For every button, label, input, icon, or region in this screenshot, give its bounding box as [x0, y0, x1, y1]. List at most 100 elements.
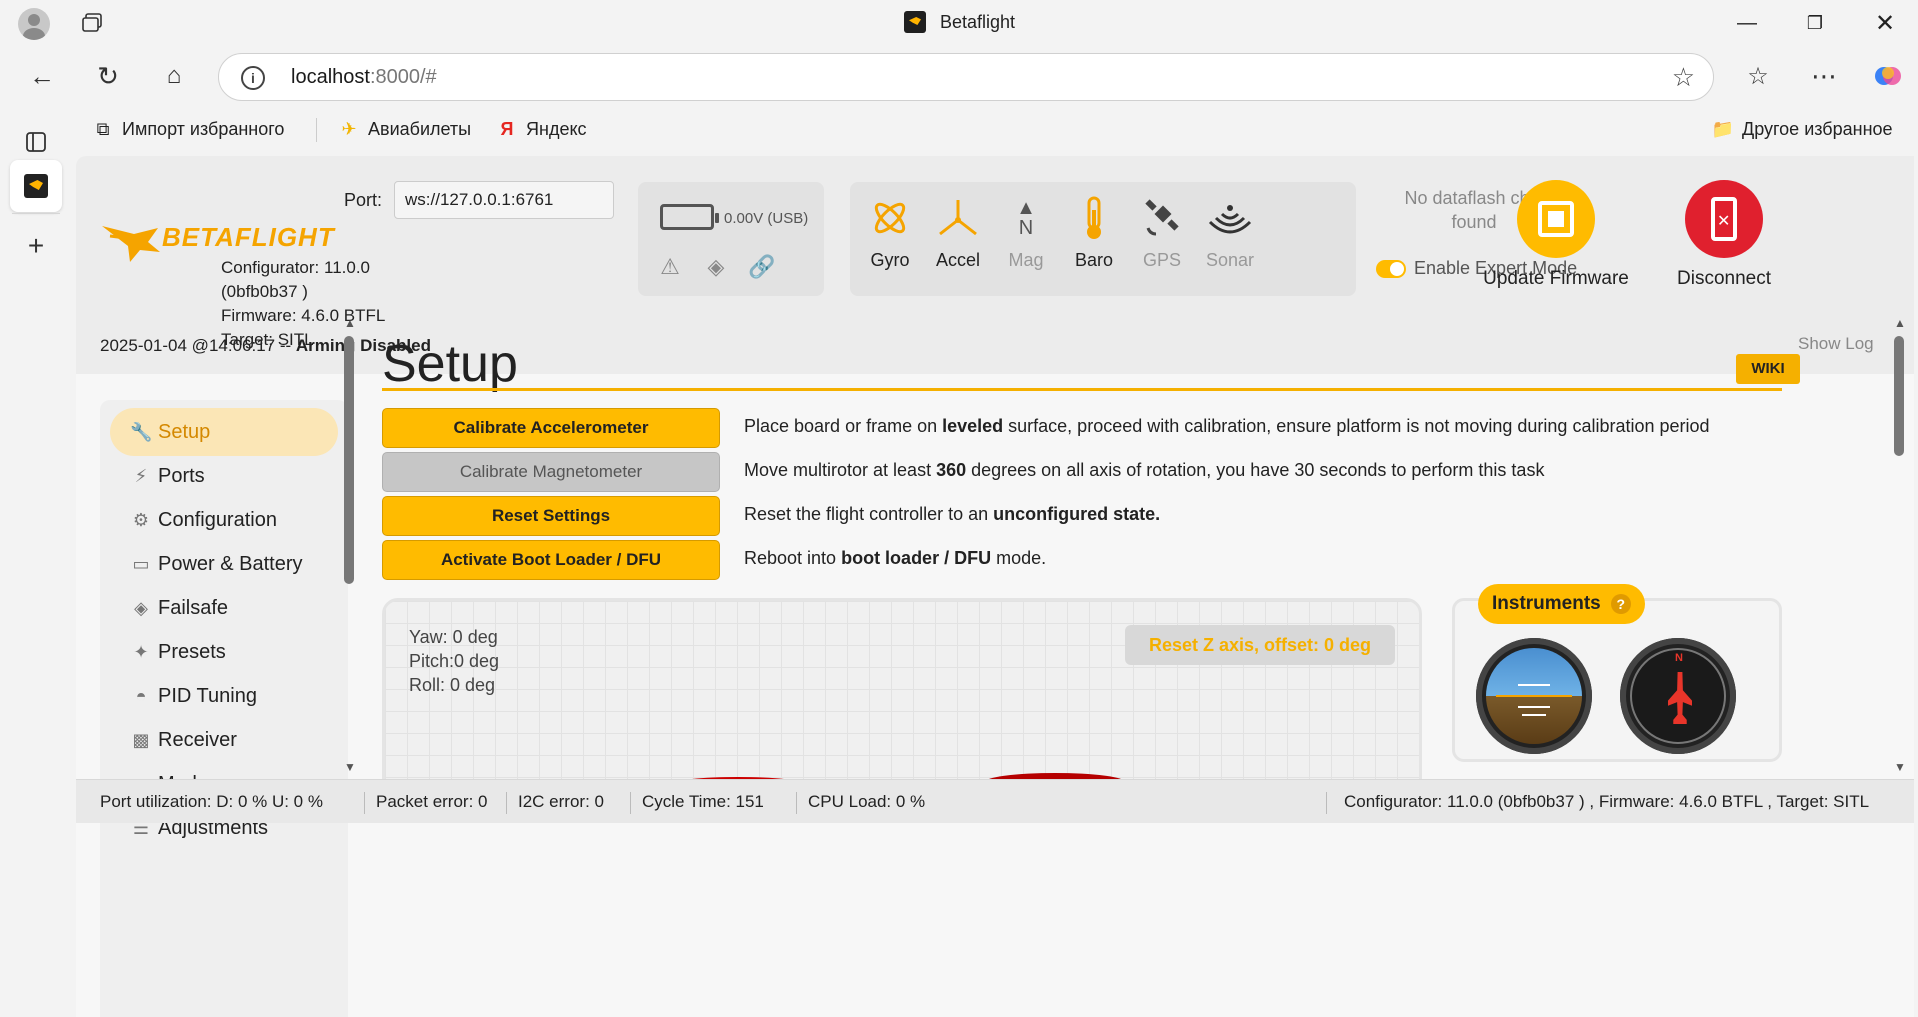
chip-icon — [1517, 180, 1595, 258]
restore-button[interactable]: ❐ — [1792, 8, 1838, 38]
gear-icon: ⚙ — [132, 509, 150, 530]
model-view-panel: Yaw: 0 deg Pitch:0 deg Roll: 0 deg Reset… — [382, 598, 1422, 798]
reset-settings-description: Reset the flight controller to an unconf… — [744, 504, 1161, 524]
setup-tab-content: Setup WIKI Calibrate Accelerometer Place… — [358, 316, 1808, 961]
betaflight-tab-icon — [24, 174, 48, 198]
sidebar-item-setup[interactable]: 🔧 Setup — [110, 408, 338, 456]
title-underline — [382, 388, 1782, 391]
sidebar-item-presets[interactable]: ✦ Presets — [110, 628, 338, 676]
expert-mode-switch[interactable] — [1376, 259, 1406, 278]
bootloader-description: Reboot into boot loader / DFU mode. — [744, 548, 1047, 568]
scroll-down-icon[interactable]: ▼ — [344, 760, 356, 774]
update-firmware-button[interactable]: Update Firmware — [1476, 180, 1636, 290]
activate-bootloader-button[interactable]: Activate Boot Loader / DFU — [382, 540, 720, 580]
robot-icon: ▩ — [132, 729, 150, 750]
yandex-icon: Я — [500, 118, 514, 139]
betaflight-favicon-icon — [904, 11, 926, 33]
copilot-icon[interactable] — [1868, 56, 1908, 96]
minimize-button[interactable]: — — [1724, 8, 1770, 38]
close-window-button[interactable]: ✕ — [1862, 8, 1908, 38]
cycle-time: Cycle Time: 151 — [642, 792, 764, 811]
version-footer: Configurator: 11.0.0 (0bfb0b37 ) , Firmw… — [1344, 792, 1870, 811]
parachute-icon: ◈ — [134, 597, 148, 618]
sensor-panel: Gyro Accel ▲ N Mag Baro GPS Sonar — [850, 182, 1356, 296]
import-icon: ⧉ — [96, 118, 110, 139]
page-title: Setup — [382, 335, 518, 393]
calibrate-accelerometer-button[interactable]: Calibrate Accelerometer — [382, 408, 720, 448]
fav-aviabilety[interactable]: ✈ Авиабилеты — [338, 118, 471, 140]
port-utilization: Port utilization: D: 0 % U: 0 % — [100, 792, 323, 811]
sidebar-item-failsafe[interactable]: ◈ Failsafe — [110, 584, 338, 632]
tab-betaflight[interactable] — [10, 160, 62, 212]
tab-strip-divider — [12, 213, 60, 214]
magic-wand-icon: ✦ — [133, 641, 149, 662]
hierarchy-icon: ◓ — [135, 685, 147, 706]
sidebar-item-ports[interactable]: ⚡ Ports — [110, 452, 338, 500]
address-bar[interactable]: i localhost:8000/# ☆ — [218, 53, 1714, 101]
logo-wordmark: BETAFLIGHT — [162, 222, 335, 252]
wiki-button[interactable]: WIKI — [1736, 354, 1800, 384]
main-scrollbar[interactable]: ▲ ▼ — [1894, 316, 1910, 936]
calibrate-magnetometer-button[interactable]: Calibrate Magnetometer — [382, 452, 720, 492]
more-menu-icon[interactable]: ⋯ — [1804, 56, 1844, 96]
favorites-icon[interactable]: ☆ — [1738, 56, 1778, 96]
main-scroll-up-icon[interactable]: ▲ — [1894, 316, 1906, 330]
reset-settings-button[interactable]: Reset Settings — [382, 496, 720, 536]
warning-icon: ⚠ — [660, 254, 680, 279]
back-button[interactable]: ← — [22, 56, 62, 96]
new-tab-button[interactable]: + — [10, 220, 62, 272]
window-title: Betaflight — [904, 11, 1015, 33]
fav-other[interactable]: 📁 Другое избранное — [1712, 118, 1893, 140]
artificial-horizon-icon — [1486, 648, 1582, 744]
browser-title-bar: Betaflight — ❐ ✕ — [0, 0, 1918, 46]
sonar-waves-icon — [1190, 190, 1270, 246]
disconnect-button[interactable]: Disconnect — [1644, 180, 1804, 290]
link-icon: 🔗 — [748, 254, 776, 279]
sidebar-item-power-battery[interactable]: ▭ Power & Battery — [110, 540, 338, 588]
sidebar-item-pid-tuning[interactable]: ◓ PID Tuning — [110, 672, 338, 720]
usb-disconnect-icon — [1685, 180, 1763, 258]
sidebar-scroll-thumb[interactable] — [344, 336, 354, 584]
battery-icon — [660, 204, 719, 230]
attitude-readout: Yaw: 0 deg Pitch:0 deg Roll: 0 deg — [409, 627, 500, 695]
i2c-error: I2C error: 0 — [518, 792, 604, 811]
heading-indicator: N — [1620, 638, 1736, 754]
failsafe-parachute-icon: ◈ — [707, 254, 725, 279]
help-icon[interactable]: ? — [1610, 594, 1631, 614]
battery-voltage: 0.00V (USB) — [724, 210, 809, 227]
home-button[interactable]: ⌂ — [154, 56, 194, 96]
folder-icon: 📁 — [1711, 118, 1735, 139]
plug-icon: ⚡ — [134, 465, 148, 486]
battery-panel: 0.00V (USB) ⚠ ◈ 🔗 — [638, 182, 824, 296]
fav-import[interactable]: ⧉ Импорт избранного — [92, 118, 285, 140]
wrench-icon: 🔧 — [130, 421, 153, 442]
status-footer: Port utilization: D: 0 % U: 0 % Packet e… — [76, 779, 1914, 823]
sidebar-nav: 🔧 Setup ⚡ Ports ⚙ Configuration ▭ Power & Ba… — [100, 400, 348, 1017]
battery-icon: ▭ — [132, 553, 150, 574]
port-input[interactable] — [394, 181, 614, 219]
airplane-heading-icon — [1668, 672, 1692, 724]
scroll-up-icon[interactable]: ▲ — [344, 316, 356, 330]
profile-avatar[interactable] — [18, 8, 50, 40]
reload-button[interactable]: ↻ — [88, 56, 128, 96]
sensor-sonar: Sonar — [1190, 190, 1270, 290]
calibrate-accel-description: Place board or frame on leveled surface,… — [744, 416, 1710, 436]
airplane-icon: ✈ — [341, 118, 357, 139]
show-log-link[interactable]: Show Log — [1798, 334, 1874, 354]
betaflight-app: BETAFLIGHT Port: Configurator: 11.0.0 (0… — [76, 156, 1914, 1017]
attitude-indicator — [1476, 638, 1592, 754]
sidebar-item-configuration[interactable]: ⚙ Configuration — [110, 496, 338, 544]
main-scroll-thumb[interactable] — [1894, 336, 1904, 456]
port-label: Port: — [344, 190, 383, 210]
site-info-icon[interactable]: i — [241, 66, 265, 90]
fav-yandex[interactable]: Я Яндекс — [496, 118, 587, 140]
favorites-divider — [316, 118, 317, 142]
main-scroll-down-icon[interactable]: ▼ — [1894, 760, 1906, 774]
url-text[interactable]: localhost:8000/# — [291, 66, 437, 89]
reset-z-axis-button[interactable]: Reset Z axis, offset: 0 deg — [1125, 625, 1395, 665]
packet-error: Packet error: 0 — [376, 792, 488, 811]
sidebar-item-receiver[interactable]: ▩ Receiver — [110, 716, 338, 764]
favorite-star-icon[interactable]: ☆ — [1672, 62, 1695, 93]
tab-actions-icon[interactable] — [80, 12, 104, 34]
instruments-header: Instruments ? — [1478, 584, 1645, 624]
